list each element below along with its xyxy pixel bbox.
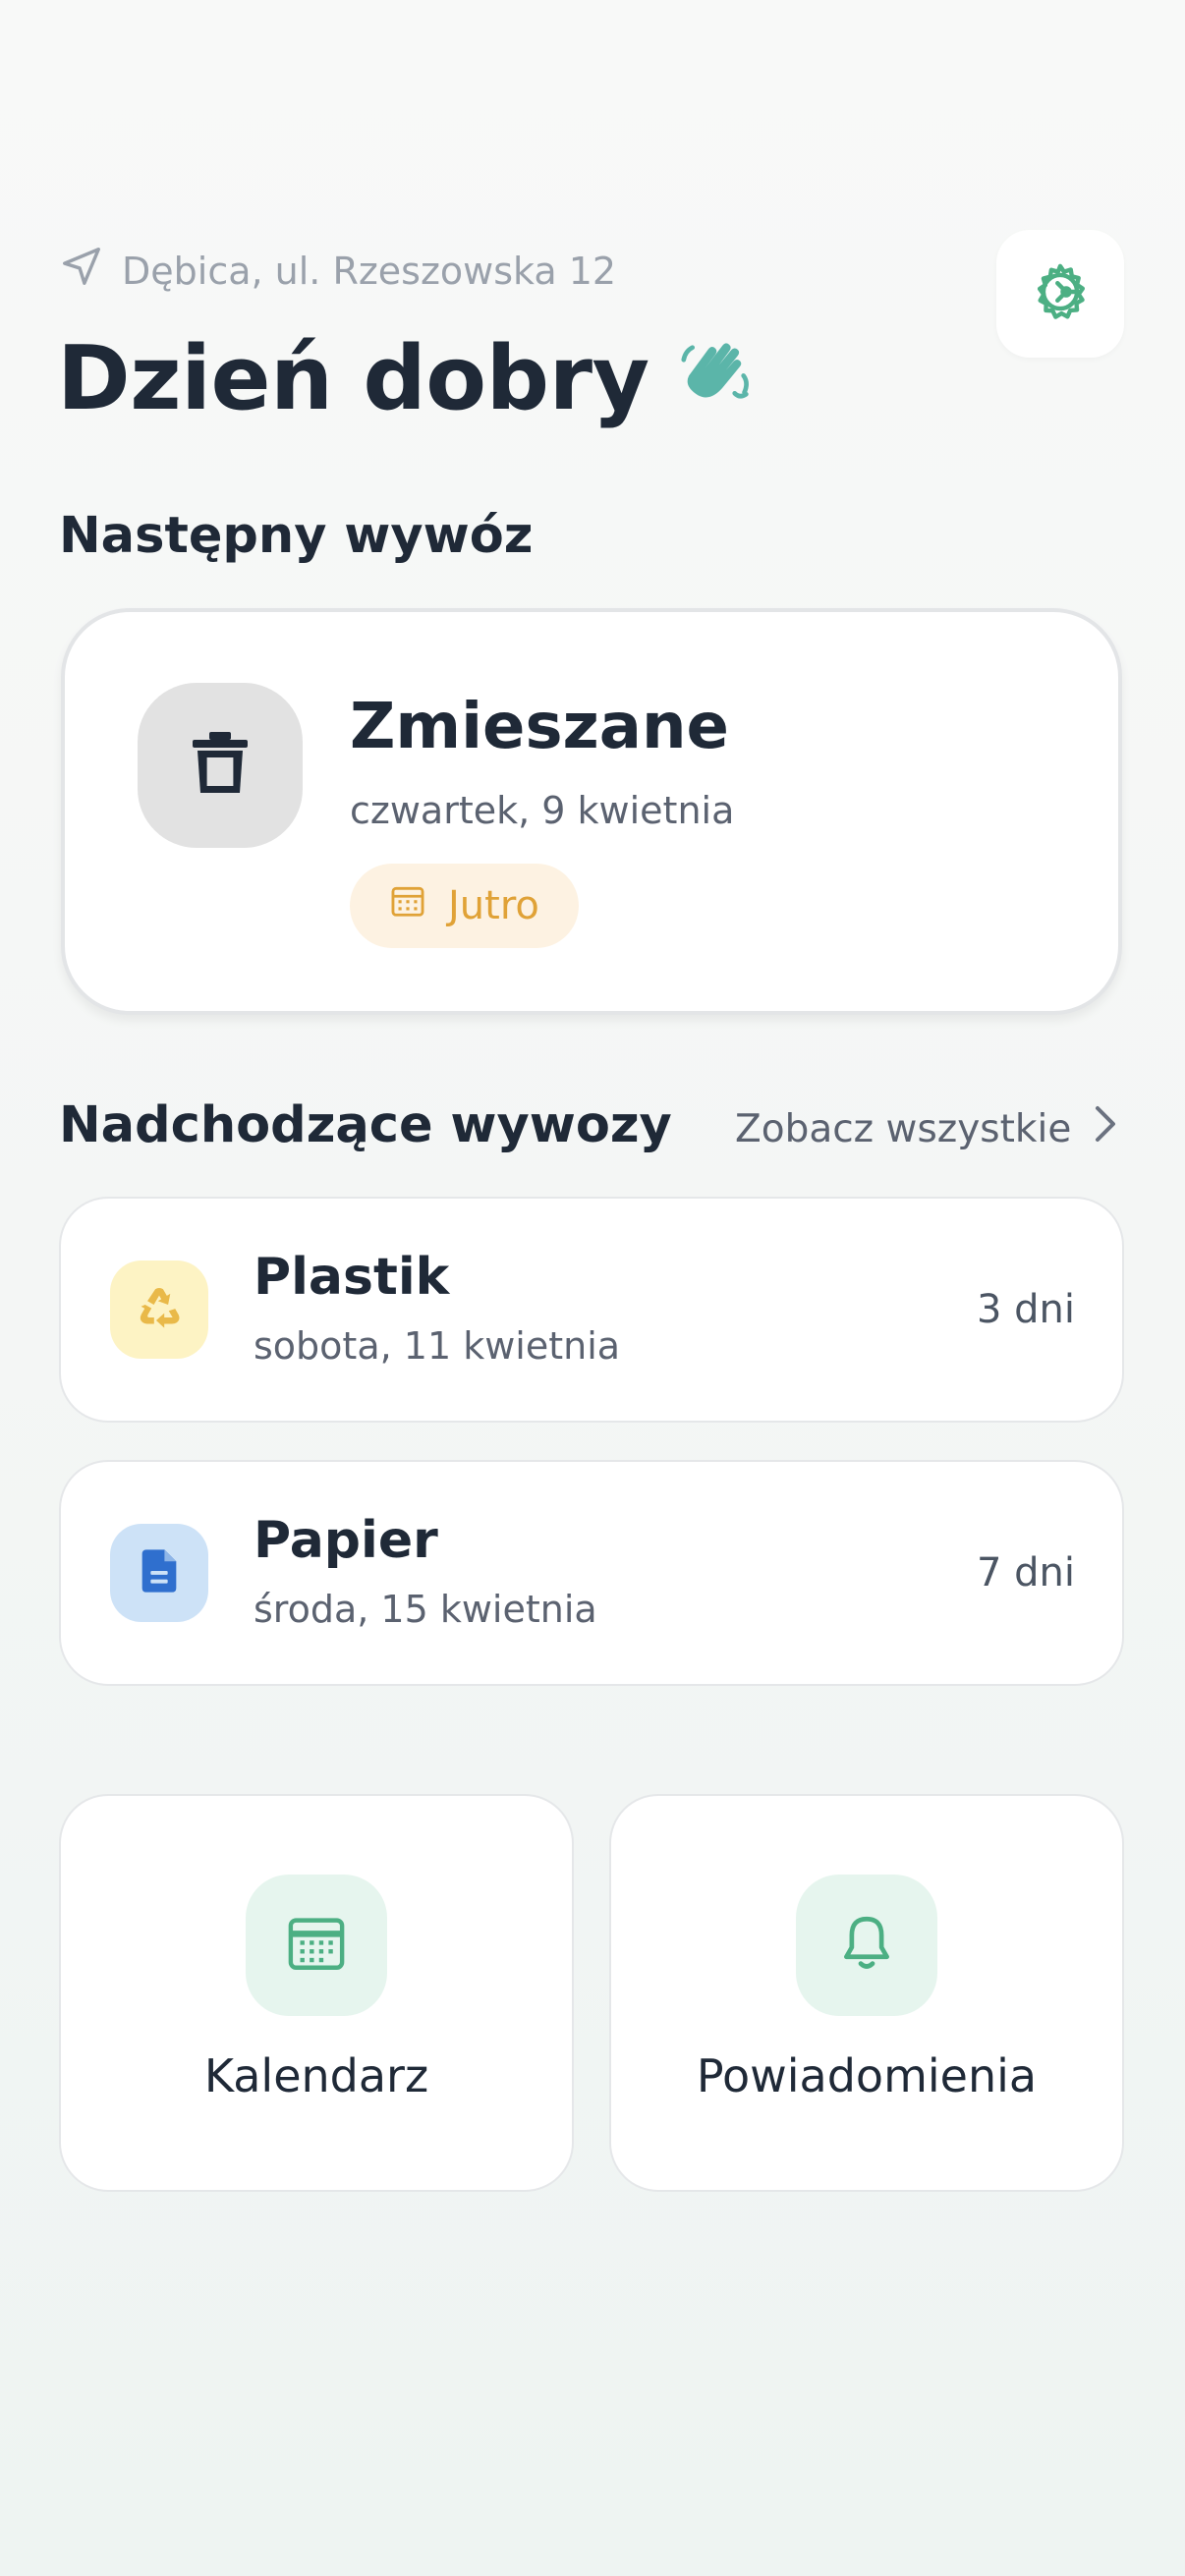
home-screen: Dębica, ul. Rzeszowska 12 Dzień dobry Na…: [0, 0, 1185, 2576]
upcoming-item-type: Papier: [254, 1511, 438, 1570]
upcoming-item-plastik[interactable]: Plastik sobota, 11 kwietnia 3 dni: [59, 1197, 1124, 1423]
upcoming-item-type: Plastik: [254, 1248, 450, 1307]
see-all-label: Zobacz wszystkie: [735, 1106, 1072, 1151]
next-pickup-icon-tile: [138, 683, 303, 848]
badge-label: Jutro: [448, 883, 539, 928]
calendar-icon-tile: [246, 1875, 387, 2016]
chevron-right-icon: [1091, 1104, 1120, 1153]
upcoming-title: Nadchodzące wywozy: [59, 1096, 672, 1154]
see-all-link[interactable]: Zobacz wszystkie: [735, 1104, 1120, 1153]
next-pickup-type: Zmieszane: [350, 691, 729, 763]
plastik-icon-tile: [110, 1260, 208, 1359]
gear-icon: [1028, 259, 1093, 328]
upcoming-item-days: 7 dni: [976, 1550, 1075, 1596]
greeting-text: Dzień dobry: [57, 326, 649, 430]
papier-icon-tile: [110, 1524, 208, 1622]
calendar-tile-label: Kalendarz: [203, 2049, 429, 2102]
greeting-heading: Dzień dobry: [57, 322, 758, 434]
next-pickup-title: Następny wywóz: [59, 507, 534, 565]
next-pickup-badge: Jutro: [350, 864, 579, 948]
location-row[interactable]: Dębica, ul. Rzeszowska 12: [59, 244, 616, 298]
navigation-arrow-icon: [59, 244, 104, 298]
calendar-icon: [284, 1911, 349, 1980]
location-label: Dębica, ul. Rzeszowska 12: [122, 249, 617, 293]
calendar-small-icon: [389, 882, 426, 929]
upcoming-item-days: 3 dni: [976, 1287, 1075, 1332]
settings-button[interactable]: [996, 230, 1124, 358]
notifications-tile[interactable]: Powiadomienia: [609, 1794, 1124, 2192]
waving-hand-icon: [673, 322, 758, 434]
trash-bin-icon: [191, 732, 250, 799]
notifications-tile-label: Powiadomienia: [696, 2049, 1038, 2102]
bell-icon: [834, 1911, 899, 1980]
next-pickup-date: czwartek, 9 kwietnia: [350, 789, 735, 832]
document-icon: [134, 1545, 185, 1600]
notifications-icon-tile: [796, 1875, 937, 2016]
calendar-tile[interactable]: Kalendarz: [59, 1794, 574, 2192]
upcoming-item-date: sobota, 11 kwietnia: [254, 1324, 621, 1368]
recycle-icon: [134, 1282, 185, 1337]
upcoming-item-papier[interactable]: Papier środa, 15 kwietnia 7 dni: [59, 1460, 1124, 1686]
upcoming-item-date: środa, 15 kwietnia: [254, 1588, 597, 1631]
next-pickup-card[interactable]: Zmieszane czwartek, 9 kwietnia Jutro: [61, 608, 1122, 1015]
